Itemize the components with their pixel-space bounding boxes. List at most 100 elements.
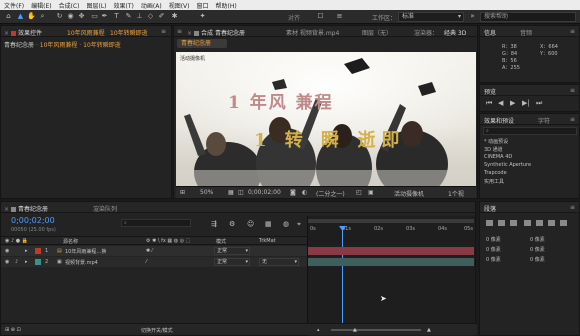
justify-center-icon[interactable] [536, 220, 543, 226]
menu-animation[interactable]: 动画(A) [141, 1, 162, 10]
puppet-tool-icon[interactable]: ✱ [170, 12, 179, 21]
layer-duration-bar[interactable] [308, 247, 474, 255]
search-help-input[interactable]: 搜索帮助 [480, 12, 576, 22]
toggle-icon[interactable]: ⊞ ⊕ ⊡ [5, 327, 21, 333]
next-frame-icon[interactable]: ▶| [522, 99, 530, 107]
justify-all-icon[interactable] [560, 220, 567, 226]
draft-3d-icon[interactable]: ⚙ [229, 220, 235, 228]
pen-tool-icon[interactable]: ✒ [100, 12, 109, 21]
zoom-in-icon[interactable]: ▲ [427, 327, 431, 333]
tab-timeline-comp[interactable]: × 青春纪念册 [4, 204, 48, 213]
menu-layer[interactable]: 图层(L) [87, 1, 107, 10]
views-select[interactable]: 1个视 [448, 189, 464, 198]
roto-brush-tool-icon[interactable]: ✐ [157, 12, 166, 21]
extra-value[interactable]: 0 像素 [530, 256, 545, 263]
tab-composition[interactable]: × 合成 青春纪念册 [187, 28, 245, 37]
indent-left-value[interactable]: 0 像素 [486, 236, 501, 243]
effect-item-synthetic-aperture[interactable]: Synthetic Aperture [484, 162, 531, 168]
tab-layer-2[interactable]: 10年转瞬即逝 [110, 28, 148, 37]
panel-menu-icon[interactable]: ≡ [570, 28, 575, 35]
layer-row[interactable]: ◉ ♪ ▸ 2 ▣ 视频背景.mp4 ⁄ 正常 ▾ 无 ▾ [1, 257, 307, 267]
expand-arrow-icon[interactable]: ▸ [25, 248, 28, 254]
region-of-interest-icon[interactable]: ◰ [356, 189, 362, 196]
layer-row[interactable]: ◉ ▸ 1 ▤ 10年风雨兼程…换 ✱ ⁄ 正常 ▾ [1, 246, 307, 256]
zoom-out-icon[interactable]: ▴ [317, 327, 320, 333]
zoom-slider[interactable] [331, 329, 421, 331]
blend-mode-select[interactable]: 正常 ▾ [214, 247, 250, 255]
resolution-select[interactable]: (二分之一) [316, 189, 345, 198]
camera-select[interactable]: 活动摄像机 [394, 189, 424, 198]
frame-blending-icon[interactable]: ▦ [265, 220, 272, 228]
tab-paragraph[interactable]: 段落 [484, 204, 496, 213]
tab-info[interactable]: 信息 [484, 28, 496, 37]
space-before-value[interactable]: 0 像素 [486, 246, 501, 253]
layer-switches-icon[interactable]: ⁄ [146, 259, 147, 265]
panel-menu-icon[interactable]: ≡ [570, 116, 575, 123]
panel-menu-icon[interactable]: ≡ [570, 87, 575, 94]
effect-item-utility[interactable]: 实用工具 [484, 178, 504, 185]
composition-viewer[interactable]: 活动摄像机 1 年风 兼程 1 转 瞬 逝即 [176, 52, 476, 186]
panel-menu-icon[interactable]: ≡ [570, 204, 575, 211]
menu-edit[interactable]: 编辑(E) [31, 1, 51, 10]
comp-name-chip[interactable]: 青春纪念册 [177, 39, 227, 48]
zoom-tool-icon[interactable]: ⌕ [38, 12, 47, 21]
effect-item-animation-presets[interactable]: * 动画预设 [484, 138, 508, 145]
first-line-indent-value[interactable]: 0 像素 [486, 256, 501, 263]
menu-effect[interactable]: 效果(T) [114, 1, 134, 10]
panel-menu-icon[interactable]: ≡ [177, 28, 182, 35]
blend-mode-select[interactable]: 正常 ▾ [214, 258, 250, 266]
justify-left-icon[interactable] [524, 220, 531, 226]
close-icon[interactable]: × [4, 30, 9, 37]
zoom-slider-thumb-icon[interactable]: ▲ [353, 327, 357, 333]
close-icon[interactable]: × [187, 30, 192, 37]
previous-frame-icon[interactable]: ◀ [498, 99, 503, 107]
playhead[interactable] [342, 228, 343, 333]
selection-tool-icon[interactable]: ▲ [16, 12, 25, 21]
first-frame-icon[interactable]: ⏮ [486, 99, 492, 108]
comp-flowchart-icon[interactable]: ⇶ [211, 220, 217, 228]
tab-character[interactable]: 字符 [538, 116, 550, 125]
menu-composition[interactable]: 合成(C) [59, 1, 80, 10]
pan-behind-tool-icon[interactable]: ✥ [77, 12, 86, 21]
space-after-value[interactable]: 0 像素 [530, 246, 545, 253]
last-frame-icon[interactable]: ⏭ [536, 99, 542, 108]
audio-icon[interactable]: ♪ [15, 259, 18, 265]
brush-tool-icon[interactable]: ✎ [124, 12, 133, 21]
toggle-switches-modes[interactable]: 切换开关/模式 [141, 327, 173, 334]
play-icon[interactable]: ▶ [510, 99, 515, 107]
tab-render-queue[interactable]: 渲染队列 [93, 204, 117, 213]
menu-help[interactable]: 帮助(H) [216, 1, 237, 10]
eye-icon[interactable]: ◉ [5, 259, 9, 265]
close-icon[interactable]: × [4, 206, 9, 213]
mask-rectangle-tool-icon[interactable]: ▭ [90, 12, 99, 21]
timeline-track-area[interactable]: 0s 01s 02s 03s 04s 05s ➤ [307, 216, 475, 336]
effects-search-input[interactable]: ⌕ [483, 127, 577, 135]
expand-arrow-icon[interactable]: ▸ [25, 259, 28, 265]
motion-blur-icon[interactable]: ◍ [283, 220, 289, 228]
tab-preview[interactable]: 预览 [484, 87, 496, 96]
menu-file[interactable]: 文件(F) [4, 1, 24, 10]
tab-effect-controls[interactable]: × 效果控件 [4, 28, 42, 37]
camera-tool-icon[interactable]: ◉ [66, 12, 75, 21]
column-mode[interactable]: 模式 [216, 238, 226, 245]
home-icon[interactable]: ⌂ [4, 12, 13, 21]
layer-duration-bar[interactable] [308, 258, 474, 266]
clone-stamp-tool-icon[interactable]: ⊥ [135, 12, 144, 21]
renderer-value[interactable]: 经典 3D [444, 28, 466, 37]
tab-audio[interactable]: 音频 [520, 28, 532, 37]
layer-color-label[interactable] [35, 248, 41, 254]
tab-footage[interactable]: 素材 视频背景.mp4 [286, 28, 339, 37]
transparency-grid-icon[interactable]: ▣ [368, 189, 374, 196]
eye-icon[interactable]: ◉ [5, 248, 9, 254]
menu-view[interactable]: 视图(V) [169, 1, 190, 10]
menu-window[interactable]: 窗口 [196, 1, 208, 10]
hand-tool-icon[interactable]: ✋ [27, 12, 36, 21]
tab-layer-1[interactable]: 10年风雨兼程 [67, 28, 105, 37]
justify-right-icon[interactable] [548, 220, 555, 226]
type-tool-icon[interactable]: T [112, 12, 121, 21]
grid-icon[interactable]: ▦ [228, 189, 234, 196]
more-icon[interactable]: » [468, 12, 477, 21]
snap-label[interactable]: 对齐 [288, 13, 300, 22]
color-channel-icon[interactable]: ◐ [302, 189, 307, 196]
trkmat-select[interactable]: 无 ▾ [259, 258, 299, 266]
